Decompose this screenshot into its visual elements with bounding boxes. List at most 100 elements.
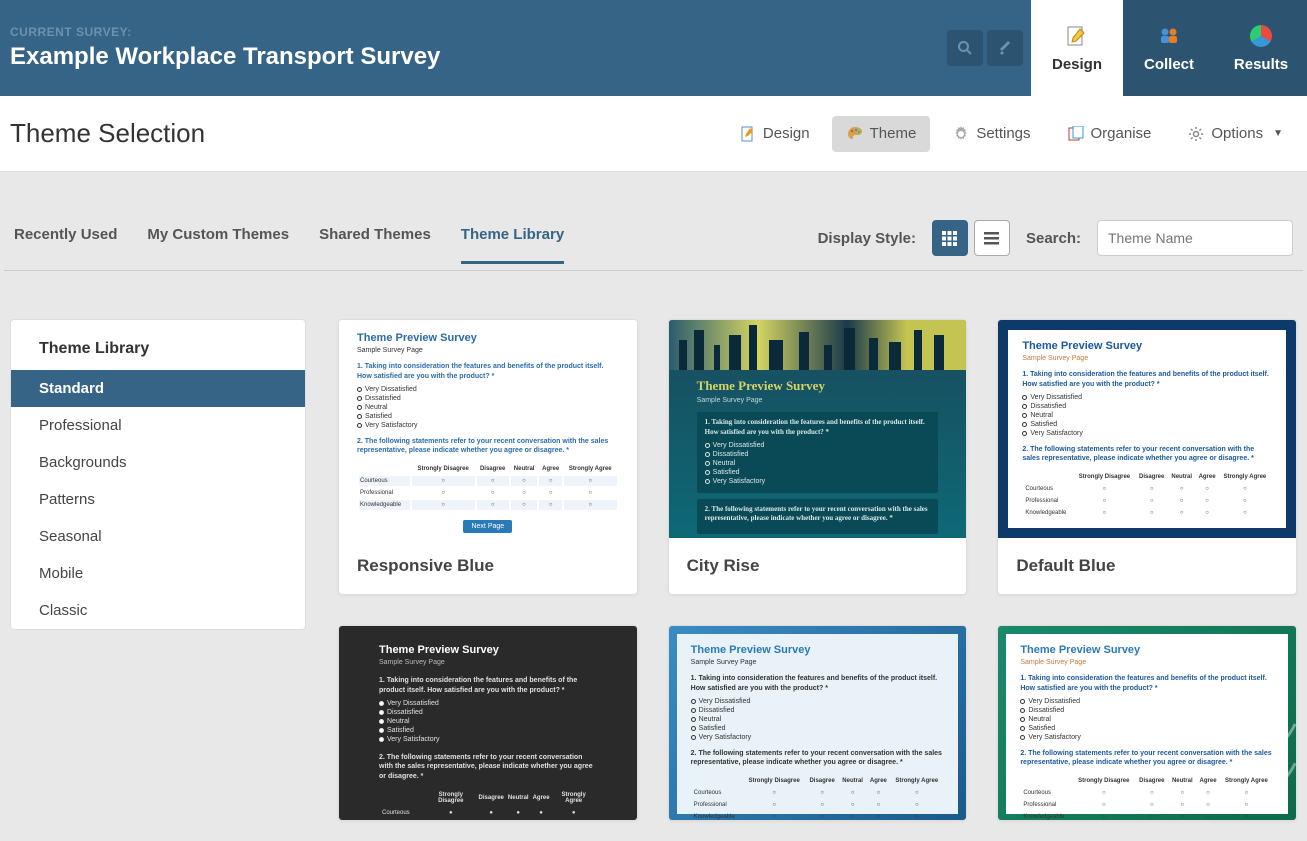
preview-opt: Neutral bbox=[1022, 412, 1272, 419]
sidebar-item-backgrounds[interactable]: Backgrounds bbox=[11, 444, 305, 481]
theme-card-default-blue[interactable]: Theme Preview Survey Sample Survey Page … bbox=[997, 319, 1297, 595]
theme-preview: Theme Preview Survey Sample Survey Page … bbox=[669, 626, 967, 821]
preview-q2: 2. The following statements refer to you… bbox=[1022, 445, 1272, 465]
tab-collect-label: Collect bbox=[1144, 56, 1194, 73]
preview-opt: Neutral bbox=[379, 718, 597, 725]
theme-preview: Theme Preview Survey Sample Survey Page … bbox=[339, 626, 637, 821]
search-input[interactable] bbox=[1097, 220, 1293, 256]
preview-opt: Very Dissatisfied bbox=[1020, 698, 1274, 705]
preview-table: Strongly DisagreeDisagreeNeutralAgreeStr… bbox=[379, 788, 597, 821]
filter-library[interactable]: Theme Library bbox=[461, 226, 564, 264]
preview-opt: Dissatisfied bbox=[379, 709, 597, 716]
page-title: Theme Selection bbox=[10, 118, 725, 149]
cog-icon bbox=[1187, 125, 1205, 143]
tab-collect[interactable]: Collect bbox=[1123, 0, 1215, 96]
subtab-options[interactable]: Options ▼ bbox=[1173, 116, 1297, 152]
list-view-button[interactable] bbox=[974, 220, 1010, 256]
preview-opt: Neutral bbox=[1020, 716, 1274, 723]
theme-card-green[interactable]: Theme Preview Survey Sample Survey Page … bbox=[997, 625, 1297, 821]
top-icon-group bbox=[947, 0, 1023, 96]
theme-name: Responsive Blue bbox=[339, 538, 637, 594]
gear-icon bbox=[952, 125, 970, 143]
subtab-theme-label: Theme bbox=[870, 125, 917, 142]
survey-title: Example Workplace Transport Survey bbox=[10, 43, 947, 71]
preview-opt: Very Satisfactory bbox=[1020, 734, 1274, 741]
preview-q2: 2. The following statements refer to you… bbox=[691, 749, 945, 769]
preview-q1: 1. Taking into consideration the feature… bbox=[705, 418, 931, 438]
preview-table: Strongly DisagreeDisagreeNeutralAgreeStr… bbox=[1020, 774, 1274, 821]
collect-icon bbox=[1157, 24, 1181, 48]
preview-q2: 2. The following statements refer to you… bbox=[1020, 749, 1274, 769]
theme-preview: Theme Preview Survey Sample Survey Page … bbox=[339, 320, 637, 538]
subtab-theme[interactable]: Theme bbox=[832, 116, 931, 152]
preview-opt: Very Dissatisfied bbox=[1022, 394, 1272, 401]
subtab-design[interactable]: Design bbox=[725, 116, 824, 152]
preview-opt: Dissatisfied bbox=[691, 707, 945, 714]
preview-subtitle: Sample Survey Page bbox=[1022, 355, 1272, 362]
preview-opt: Satisfied bbox=[357, 413, 619, 420]
theme-preview: Theme Preview Survey Sample Survey Page … bbox=[669, 320, 967, 538]
theme-preview: Theme Preview Survey Sample Survey Page … bbox=[998, 320, 1296, 538]
sidebar-item-standard[interactable]: Standard bbox=[11, 370, 305, 407]
filter-shared[interactable]: Shared Themes bbox=[319, 226, 431, 264]
tab-design[interactable]: Design bbox=[1031, 0, 1123, 96]
sidebar-item-seasonal[interactable]: Seasonal bbox=[11, 518, 305, 555]
subtab-organise-label: Organise bbox=[1091, 125, 1152, 142]
preview-q2: 2. The following statements refer to you… bbox=[379, 753, 597, 782]
preview-opt: Dissatisfied bbox=[705, 451, 931, 458]
display-buttons bbox=[932, 220, 1010, 256]
preview-opt: Very Dissatisfied bbox=[705, 442, 931, 449]
preview-opt: Satisfied bbox=[691, 725, 945, 732]
preview-title: Theme Preview Survey bbox=[1020, 644, 1274, 656]
preview-opt: Satisfied bbox=[379, 727, 597, 734]
preview-q1: 1. Taking into consideration the feature… bbox=[1020, 674, 1274, 694]
preview-subtitle: Sample Survey Page bbox=[691, 659, 945, 666]
preview-q1: 1. Taking into consideration the feature… bbox=[1022, 370, 1272, 390]
main-tabs: Design Collect Results bbox=[1031, 0, 1307, 96]
tab-results[interactable]: Results bbox=[1215, 0, 1307, 96]
sidebar-item-patterns[interactable]: Patterns bbox=[11, 481, 305, 518]
preview-title: Theme Preview Survey bbox=[357, 332, 619, 344]
tools-icon-button[interactable] bbox=[987, 30, 1023, 66]
subtab-settings-label: Settings bbox=[976, 125, 1030, 142]
list-icon bbox=[984, 231, 999, 246]
theme-card-chalkboard[interactable]: Theme Preview Survey Sample Survey Page … bbox=[338, 625, 638, 821]
preview-q2: 2. The following statements refer to you… bbox=[357, 437, 619, 457]
theme-preview: Theme Preview Survey Sample Survey Page … bbox=[998, 626, 1296, 821]
sidebar-item-professional[interactable]: Professional bbox=[11, 407, 305, 444]
preview-table: Strongly DisagreeDisagreeNeutralAgreeStr… bbox=[357, 462, 619, 512]
theme-name: Default Blue bbox=[998, 538, 1296, 594]
theme-card-city-rise[interactable]: Theme Preview Survey Sample Survey Page … bbox=[668, 319, 968, 595]
preview-title: Theme Preview Survey bbox=[379, 644, 597, 656]
sidebar-item-classic[interactable]: Classic bbox=[11, 592, 305, 629]
theme-card-responsive-blue[interactable]: Theme Preview Survey Sample Survey Page … bbox=[338, 319, 638, 595]
subtab-organise[interactable]: Organise bbox=[1053, 116, 1166, 152]
sub-tabs: Design Theme Settings Organise Options ▼ bbox=[725, 116, 1297, 152]
design-icon bbox=[1065, 24, 1089, 48]
page-icon bbox=[739, 125, 757, 143]
preview-opt: Very Dissatisfied bbox=[357, 386, 619, 393]
sidebar-item-mobile[interactable]: Mobile bbox=[11, 555, 305, 592]
search-icon-button[interactable] bbox=[947, 30, 983, 66]
preview-opt: Very Satisfactory bbox=[357, 422, 619, 429]
preview-opt: Very Satisfactory bbox=[1022, 430, 1272, 437]
chevron-down-icon: ▼ bbox=[1273, 128, 1283, 139]
sub-header: Theme Selection Design Theme Settings Or… bbox=[0, 96, 1307, 172]
theme-grid: Theme Preview Survey Sample Survey Page … bbox=[338, 319, 1297, 821]
survey-info: CURRENT SURVEY: Example Workplace Transp… bbox=[10, 0, 947, 96]
preview-title: Theme Preview Survey bbox=[697, 378, 939, 394]
tab-design-label: Design bbox=[1052, 56, 1102, 73]
preview-opt: Satisfied bbox=[1020, 725, 1274, 732]
grid-view-button[interactable] bbox=[932, 220, 968, 256]
preview-opt: Neutral bbox=[705, 460, 931, 467]
category-sidebar: Theme Library Standard Professional Back… bbox=[10, 319, 306, 630]
filter-tabs: Recently Used My Custom Themes Shared Th… bbox=[14, 226, 564, 264]
preview-opt: Very Dissatisfied bbox=[379, 700, 597, 707]
sidebar-title: Theme Library bbox=[11, 320, 305, 370]
theme-card-water[interactable]: Theme Preview Survey Sample Survey Page … bbox=[668, 625, 968, 821]
filter-my-custom[interactable]: My Custom Themes bbox=[147, 226, 289, 264]
display-style-label: Display Style: bbox=[818, 230, 916, 247]
theme-name: City Rise bbox=[669, 538, 967, 594]
filter-recently-used[interactable]: Recently Used bbox=[14, 226, 117, 264]
subtab-settings[interactable]: Settings bbox=[938, 116, 1044, 152]
